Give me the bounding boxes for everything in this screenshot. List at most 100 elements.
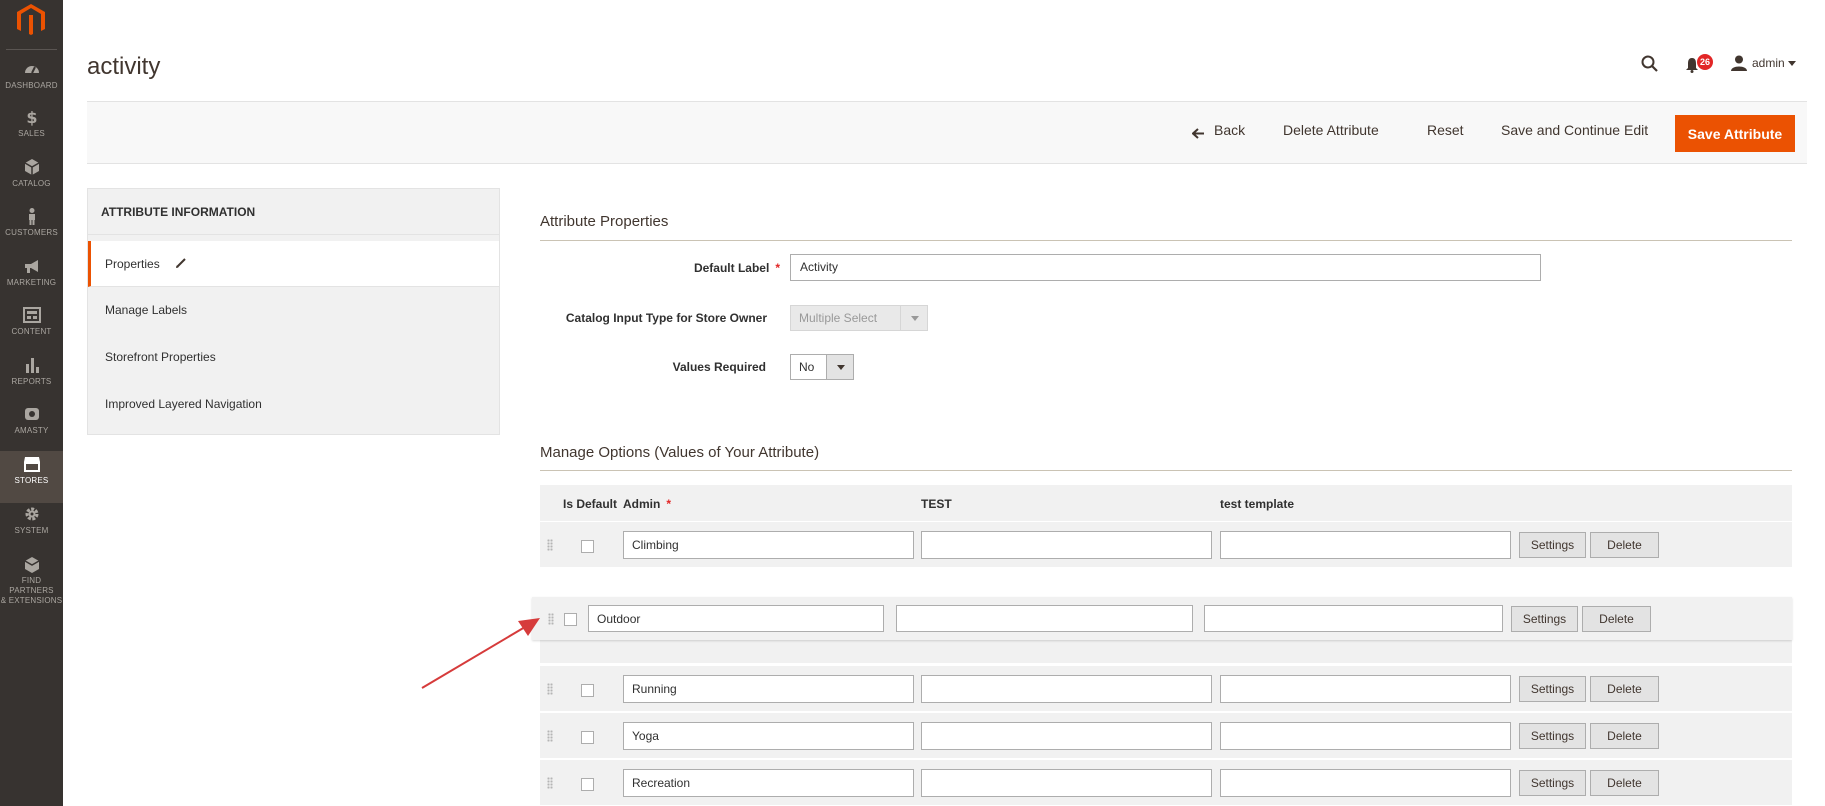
- test-value-input[interactable]: [896, 605, 1193, 632]
- sidebar-item-find-partners[interactable]: FIND PARTNERS & EXTENSIONS: [0, 556, 63, 605]
- svg-text:$: $: [26, 108, 37, 126]
- settings-button[interactable]: Settings: [1519, 723, 1586, 749]
- tabs-title: ATTRIBUTE INFORMATION: [88, 189, 499, 235]
- sidebar-item-marketing[interactable]: MARKETING: [0, 257, 63, 307]
- admin-user-menu[interactable]: admin: [1752, 56, 1785, 70]
- section-divider: [540, 240, 1792, 241]
- delete-attribute-button[interactable]: Delete Attribute: [1283, 122, 1379, 138]
- notifications-badge[interactable]: 26: [1697, 54, 1713, 70]
- admin-value-input[interactable]: Climbing: [623, 531, 914, 559]
- is-default-checkbox[interactable]: [581, 540, 594, 553]
- test-template-value-input[interactable]: [1204, 605, 1503, 632]
- search-icon[interactable]: [1641, 55, 1658, 72]
- sidebar-item-label: SYSTEM: [14, 526, 49, 535]
- test-template-value-input[interactable]: [1220, 769, 1511, 797]
- test-template-value-input[interactable]: [1220, 675, 1511, 703]
- input-type-label: Catalog Input Type for Store Owner: [565, 311, 767, 325]
- drag-handle-icon[interactable]: [548, 613, 554, 625]
- col-admin-text: Admin: [623, 497, 661, 511]
- is-default-checkbox[interactable]: [564, 613, 577, 626]
- sidebar-item-dashboard[interactable]: DASHBOARD: [0, 60, 63, 110]
- test-template-value-input[interactable]: [1220, 531, 1511, 559]
- save-and-continue-button[interactable]: Save and Continue Edit: [1501, 122, 1648, 138]
- drag-handle-icon[interactable]: [547, 777, 553, 789]
- admin-value-input[interactable]: Running: [623, 675, 914, 703]
- save-attribute-button[interactable]: Save Attribute: [1675, 115, 1795, 152]
- values-required-label: Values Required: [672, 360, 766, 374]
- pencil-edit-icon: [176, 258, 186, 268]
- tab-storefront-properties[interactable]: Storefront Properties: [88, 334, 499, 380]
- settings-button[interactable]: Settings: [1519, 770, 1586, 796]
- admin-value-input[interactable]: Outdoor: [588, 605, 884, 632]
- user-avatar-icon[interactable]: [1731, 55, 1747, 71]
- input-type-select: Multiple Select: [790, 305, 928, 331]
- chevron-down-icon[interactable]: [826, 355, 853, 379]
- delete-button[interactable]: Delete: [1590, 723, 1659, 749]
- dashboard-icon: [24, 66, 39, 74]
- manage-options-title: Manage Options (Values of Your Attribute…: [540, 444, 820, 461]
- magento-logo-icon[interactable]: [14, 2, 48, 38]
- test-template-value-input[interactable]: [1220, 722, 1511, 750]
- default-label-text: Default Label: [693, 261, 770, 275]
- default-label-input[interactable]: Activity: [790, 254, 1541, 281]
- test-value-input[interactable]: [921, 769, 1212, 797]
- sidebar-item-stores[interactable]: STORES: [0, 451, 63, 503]
- settings-button[interactable]: Settings: [1519, 676, 1586, 702]
- test-value-input[interactable]: [921, 722, 1212, 750]
- test-value-input[interactable]: [921, 531, 1212, 559]
- tab-manage-labels[interactable]: Manage Labels: [88, 287, 499, 333]
- delete-button[interactable]: Delete: [1590, 676, 1659, 702]
- sidebar-item-label: DASHBOARD: [5, 81, 58, 90]
- required-asterisk: *: [775, 261, 780, 275]
- sidebar-item-label: FIND PARTNERS: [9, 576, 54, 595]
- options-table-header: Is Default Admin * TEST test template: [540, 485, 1792, 521]
- admin-sidebar: DASHBOARD $ SALES CATALOG CUSTOMERS MARK…: [0, 0, 63, 806]
- amasty-logo-icon: [24, 408, 39, 420]
- drag-handle-icon[interactable]: [547, 539, 553, 551]
- sidebar-item-label: MARKETING: [6, 278, 57, 287]
- input-type-value: Multiple Select: [799, 311, 878, 325]
- sidebar-item-system[interactable]: SYSTEM: [0, 505, 63, 555]
- tab-improved-layered-navigation[interactable]: Improved Layered Navigation: [88, 381, 499, 427]
- reset-button[interactable]: Reset: [1427, 122, 1464, 138]
- page-title: activity: [87, 53, 161, 80]
- tab-properties[interactable]: Properties: [88, 241, 499, 287]
- customer-person-icon: [28, 208, 35, 225]
- admin-value-input[interactable]: Yoga: [623, 722, 914, 750]
- sidebar-item-catalog[interactable]: CATALOG: [0, 158, 63, 208]
- back-button[interactable]: Back: [1214, 122, 1245, 138]
- page-actions-bar: Back Delete Attribute Reset Save and Con…: [87, 101, 1807, 164]
- store-icon: [23, 457, 40, 472]
- col-is-default: Is Default: [563, 497, 618, 511]
- delete-button[interactable]: Delete: [1590, 770, 1659, 796]
- delete-button[interactable]: Delete: [1582, 606, 1651, 632]
- table-row: Running Settings Delete: [540, 666, 1792, 712]
- sidebar-item-amasty[interactable]: AMASTY: [0, 405, 63, 455]
- dragging-table-row[interactable]: Outdoor Settings Delete: [532, 597, 1792, 640]
- admin-value-input[interactable]: Recreation: [623, 769, 914, 797]
- content-layout-icon: [22, 307, 41, 323]
- chevron-down-icon[interactable]: [1788, 61, 1796, 66]
- is-default-checkbox[interactable]: [581, 778, 594, 791]
- sidebar-item-sales[interactable]: $ SALES: [0, 108, 63, 158]
- sidebar-item-reports[interactable]: REPORTS: [0, 356, 63, 406]
- delete-button[interactable]: Delete: [1590, 532, 1659, 558]
- values-required-value: No: [799, 360, 815, 374]
- section-divider: [540, 470, 1792, 471]
- drag-handle-icon[interactable]: [547, 730, 553, 742]
- sidebar-item-content[interactable]: CONTENT: [0, 306, 63, 356]
- is-default-checkbox[interactable]: [581, 684, 594, 697]
- values-required-select[interactable]: No: [790, 354, 854, 380]
- is-default-checkbox[interactable]: [581, 731, 594, 744]
- arrow-left-icon[interactable]: [1192, 128, 1205, 139]
- col-test-template: test template: [1220, 497, 1295, 511]
- megaphone-icon: [24, 260, 38, 273]
- settings-button[interactable]: Settings: [1511, 606, 1578, 632]
- drag-handle-icon[interactable]: [547, 683, 553, 695]
- attribute-properties-title: Attribute Properties: [540, 213, 669, 230]
- partners-box-icon: [24, 557, 39, 573]
- test-value-input[interactable]: [921, 675, 1212, 703]
- sidebar-item-customers[interactable]: CUSTOMERS: [0, 207, 63, 257]
- col-admin: Admin *: [623, 497, 671, 511]
- settings-button[interactable]: Settings: [1519, 532, 1586, 558]
